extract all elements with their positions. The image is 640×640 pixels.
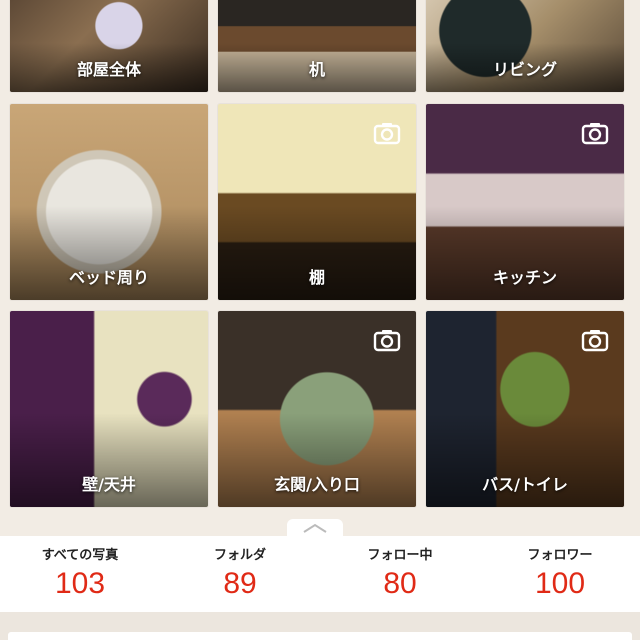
stat-value: 100 xyxy=(534,567,586,600)
stat-value: 80 xyxy=(383,567,417,600)
folder-label: バス/トイレ xyxy=(482,475,568,494)
camera-icon xyxy=(373,330,401,352)
camera-icon xyxy=(581,123,609,145)
folder-label: ベッド周り xyxy=(68,268,149,287)
folder-tile-living[interactable]: リビング xyxy=(426,0,624,92)
folder-label: リビング xyxy=(492,60,557,79)
folder-label: 棚 xyxy=(308,268,325,287)
folder-tile-wall[interactable]: 壁/天井 xyxy=(10,311,208,507)
folder-label: 部屋全体 xyxy=(76,60,141,79)
stat-folders[interactable]: フォルダ 89 xyxy=(160,536,320,612)
folder-label: キッチン xyxy=(492,268,557,287)
stat-all-photos[interactable]: すべての写真 103 xyxy=(0,536,160,612)
folder-tile-kitchen[interactable]: キッチン xyxy=(426,104,624,300)
stat-label: フォロワー xyxy=(527,548,593,563)
folder-tile-bedside[interactable]: ベッド周り xyxy=(10,104,208,300)
stat-value: 89 xyxy=(223,567,257,600)
collapse-handle[interactable] xyxy=(287,519,343,537)
camera-icon xyxy=(581,330,609,352)
next-section-bar xyxy=(8,632,632,640)
stat-following[interactable]: フォロー中 80 xyxy=(320,536,480,612)
chevron-up-icon xyxy=(303,523,327,533)
folder-label: 玄関/入り口 xyxy=(274,475,360,494)
folder-tile-shelf[interactable]: 棚 xyxy=(218,104,416,300)
footer-area xyxy=(0,612,640,640)
stat-followers[interactable]: フォロワー 100 xyxy=(480,536,640,612)
camera-icon xyxy=(373,123,401,145)
profile-stats: すべての写真 103 フォルダ 89 フォロー中 80 フォロワー 100 xyxy=(0,536,640,612)
folder-label: 机 xyxy=(308,60,325,79)
folder-tile-entrance[interactable]: 玄関/入り口 xyxy=(218,311,416,507)
stat-label: すべての写真 xyxy=(41,548,119,563)
folder-grid: 部屋全体 机 リビング ベッド周り 棚 キッチン 壁/天井 玄関/入り口 バス/… xyxy=(0,0,640,520)
folder-label: 壁/天井 xyxy=(82,475,136,494)
folder-tile-room[interactable]: 部屋全体 xyxy=(10,0,208,92)
folder-tile-desk[interactable]: 机 xyxy=(218,0,416,92)
folder-tile-bath[interactable]: バス/トイレ xyxy=(426,311,624,507)
stat-label: フォロー中 xyxy=(367,548,433,563)
stat-value: 103 xyxy=(54,567,106,600)
stat-label: フォルダ xyxy=(213,548,266,563)
